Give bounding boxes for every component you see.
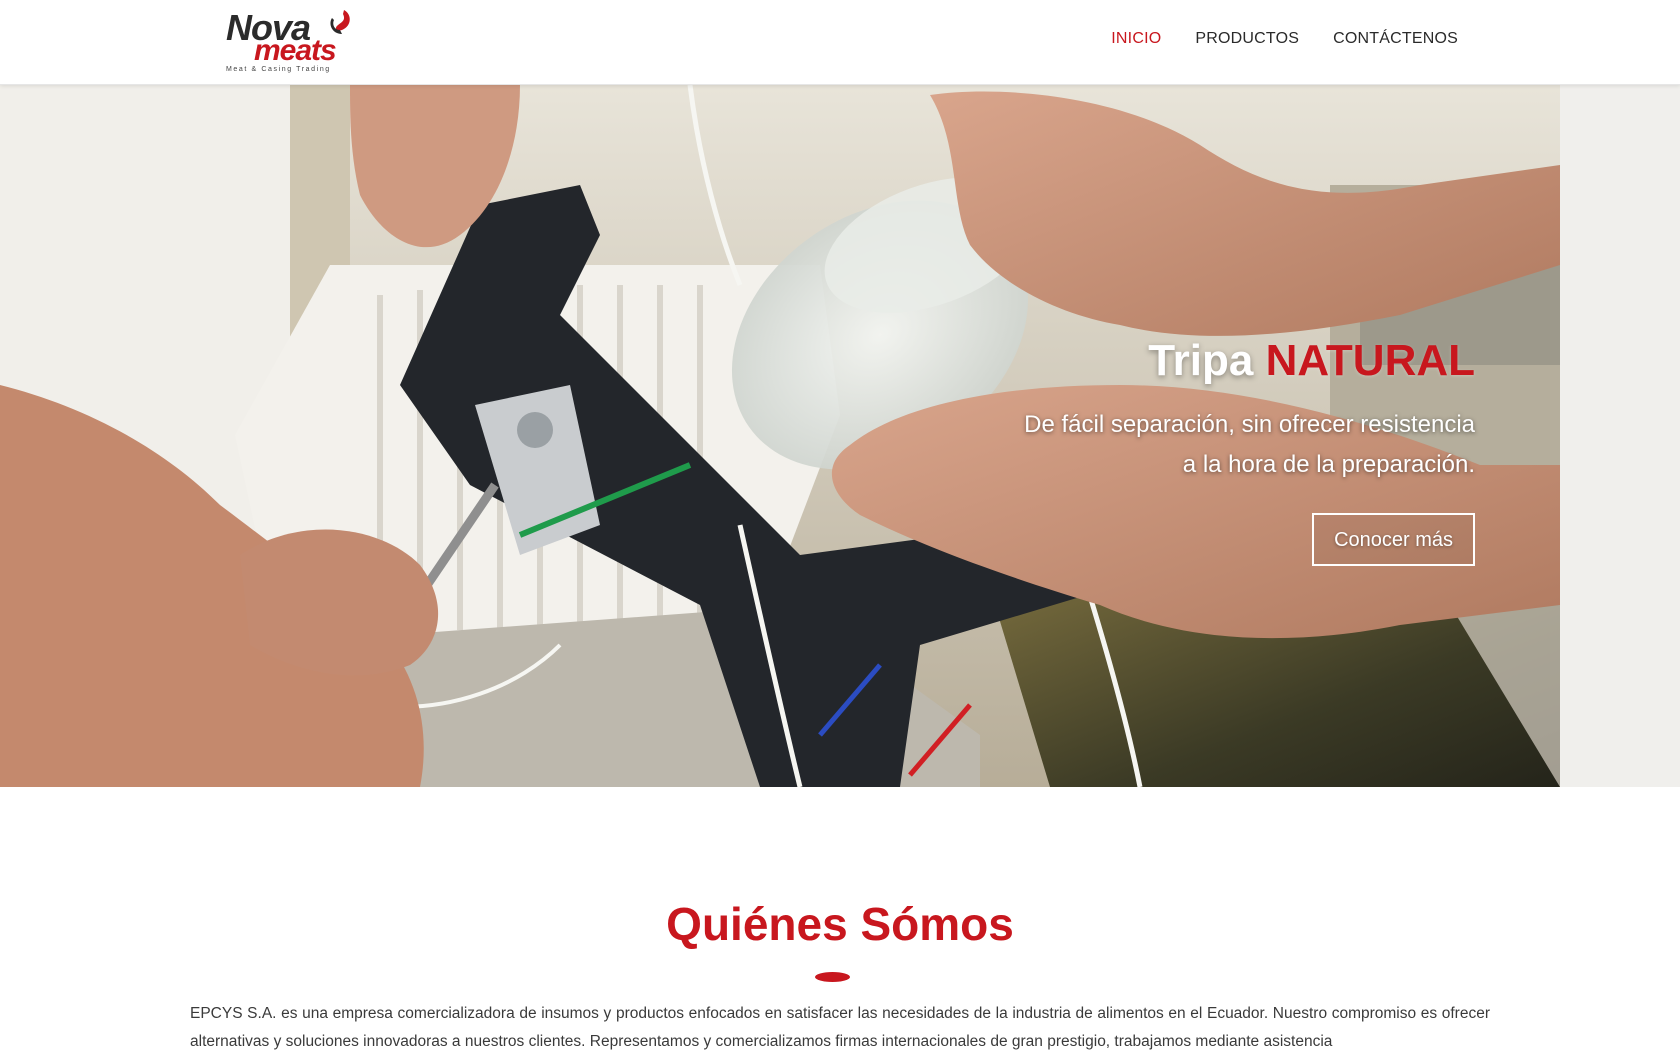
section-divider <box>815 972 850 982</box>
hero-title-accent: NATURAL <box>1265 336 1475 385</box>
logo-text-meats: meats <box>254 34 337 67</box>
hero-subtitle-line-2: a la hora de la preparación. <box>1182 451 1475 478</box>
nav-item-contactenos[interactable]: CONTÁCTENOS <box>1333 30 1458 48</box>
hero-subtitle: De fácil separación, sin ofrecer resiste… <box>1024 405 1475 485</box>
hero-title-main: Tripa <box>1148 336 1254 385</box>
hero-subtitle-line-1: De fácil separación, sin ofrecer resiste… <box>1024 411 1475 438</box>
logo-tagline: Meat & Casing Trading <box>226 66 331 73</box>
nav-item-inicio[interactable]: INICIO <box>1111 30 1161 48</box>
hero-caption: Tripa NATURAL De fácil separación, sin o… <box>1024 335 1475 566</box>
about-body: EPCYS S.A. es una empresa comercializado… <box>190 1005 1490 1050</box>
site-header: Nova meats Meat & Casing Trading INICIO … <box>0 0 1680 85</box>
hero-banner: Tripa NATURAL De fácil separación, sin o… <box>0 85 1680 787</box>
brand-logo[interactable]: Nova meats Meat & Casing Trading <box>224 8 354 76</box>
nav-item-productos[interactable]: PRODUCTOS <box>1195 30 1299 48</box>
hero-title: Tripa NATURAL <box>1024 335 1475 387</box>
learn-more-button[interactable]: Conocer más <box>1312 513 1475 566</box>
about-section: Quiénes Sómos EPCYS S.A. es una empresa … <box>0 787 1680 1050</box>
main-nav: INICIO PRODUCTOS CONTÁCTENOS <box>1111 30 1458 48</box>
about-title: Quiénes Sómos <box>666 898 1014 950</box>
